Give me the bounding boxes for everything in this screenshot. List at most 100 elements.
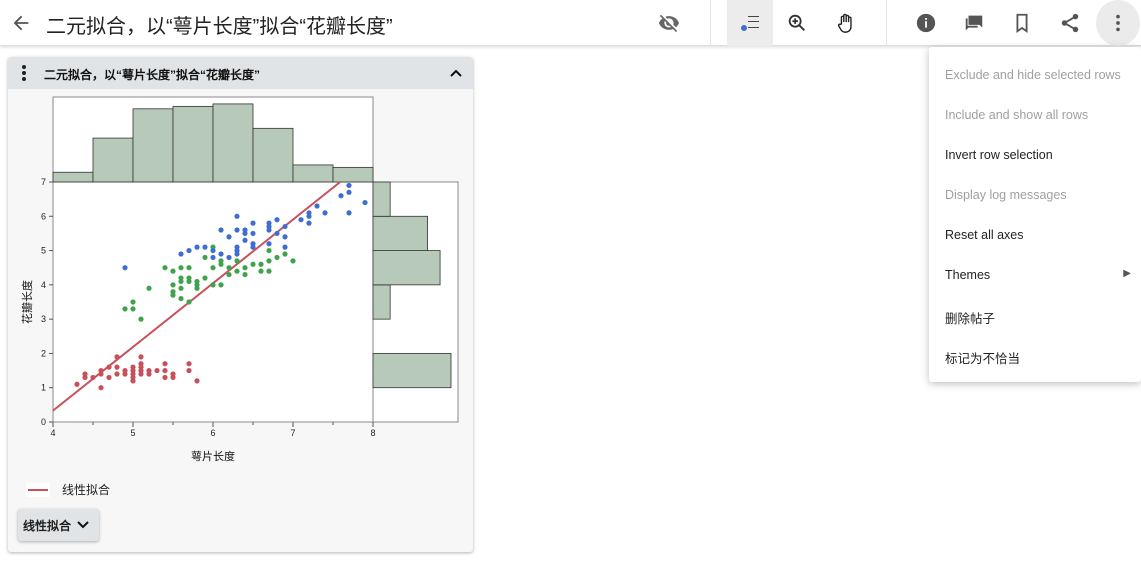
data-point-series-2 — [122, 306, 128, 312]
data-point-series-2 — [210, 265, 216, 271]
x-histogram-bar — [252, 127, 294, 183]
data-point-series-3 — [122, 265, 128, 271]
y-tick-label: 4 — [41, 280, 46, 290]
data-point-series-2 — [226, 265, 232, 271]
info-icon[interactable] — [913, 10, 939, 36]
y-histogram-bar — [372, 250, 441, 286]
menu-item-themes[interactable]: Themes ▶ — [945, 268, 1135, 282]
data-point-series-3 — [194, 244, 200, 250]
data-point-series-2 — [194, 278, 200, 285]
x-tick-label: 5 — [130, 428, 135, 438]
data-point-series-3 — [218, 227, 224, 233]
bookmark-icon[interactable] — [1009, 10, 1035, 36]
x-histogram-bar — [172, 105, 214, 183]
data-point-series-2 — [130, 299, 136, 305]
back-arrow-icon[interactable] — [8, 10, 34, 36]
data-point-series-2 — [266, 258, 272, 264]
data-point-series-3 — [338, 193, 344, 199]
y-tick-label: 6 — [41, 211, 46, 221]
data-point-series-1 — [114, 371, 120, 377]
y-tick-label: 2 — [41, 348, 46, 358]
y-axis-label: 花瓣长度 — [20, 280, 34, 324]
submenu-arrow-icon: ▶ — [1123, 268, 1131, 279]
scatter-chart: 4 5 6 7 8 0 1 2 3 4 5 6 7 萼片长度 花瓣长度 — [20, 96, 459, 463]
row-selection-icon — [741, 25, 747, 31]
bivariate-fit-card: 二元拟合，以“萼片长度”拟合“花瓣长度” 4 5 6 7 8 0 1 2 3 4 5 6 7 萼片长度 花瓣… — [8, 57, 473, 552]
data-point-series-1 — [114, 364, 120, 370]
data-point-series-3 — [282, 234, 288, 240]
data-point-series-1 — [98, 385, 104, 391]
row-selection-button[interactable] — [727, 0, 773, 46]
menu-item-reset-axes[interactable]: Reset all axes — [945, 228, 1135, 242]
hand-pan-icon[interactable] — [833, 10, 859, 36]
data-point-series-1 — [162, 367, 168, 374]
data-point-series-2 — [202, 254, 208, 261]
data-point-series-2 — [146, 285, 152, 291]
zoom-in-icon[interactable] — [784, 10, 810, 36]
data-point-series-1 — [162, 361, 168, 367]
x-tick-label: 7 — [290, 428, 295, 438]
data-point-series-1 — [138, 354, 144, 360]
menu-item-exclude-hide[interactable]: Exclude and hide selected rows — [945, 68, 1135, 82]
data-point-series-2 — [290, 258, 296, 264]
data-point-series-1 — [106, 364, 112, 370]
data-point-series-3 — [346, 210, 352, 216]
data-point-series-2 — [178, 295, 184, 302]
menu-item-include-show[interactable]: Include and show all rows — [945, 108, 1135, 122]
data-point-series-2 — [138, 316, 144, 322]
data-point-series-1 — [146, 367, 152, 374]
menu-item-invert-selection[interactable]: Invert row selection — [945, 148, 1135, 162]
data-point-series-2 — [186, 275, 192, 281]
data-point-series-3 — [242, 227, 248, 233]
data-point-series-1 — [138, 361, 144, 367]
data-point-series-3 — [250, 230, 256, 237]
data-point-series-3 — [226, 234, 232, 240]
x-tick-label: 8 — [370, 428, 375, 438]
data-point-series-3 — [266, 241, 272, 247]
y-histogram-bar — [372, 181, 391, 217]
more-button[interactable] — [1096, 0, 1140, 46]
data-point-series-3 — [234, 244, 240, 250]
data-point-series-2 — [178, 285, 184, 291]
data-point-series-1 — [98, 367, 104, 374]
share-icon[interactable] — [1057, 10, 1083, 36]
data-point-series-3 — [306, 210, 312, 216]
data-point-series-3 — [178, 251, 184, 257]
data-point-series-3 — [362, 199, 368, 206]
menu-item-flag-inappropriate[interactable]: 标记为不恰当 — [945, 348, 1135, 367]
more-vert-icon — [1116, 14, 1120, 32]
data-point-series-1 — [122, 367, 128, 374]
data-point-series-1 — [114, 354, 120, 360]
data-point-series-2 — [258, 268, 264, 274]
y-histogram-bar — [372, 284, 391, 320]
data-point-series-1 — [82, 374, 88, 381]
data-point-series-2 — [186, 299, 192, 305]
data-point-series-3 — [210, 247, 216, 254]
data-point-series-3 — [218, 251, 224, 257]
data-point-series-3 — [346, 189, 352, 195]
x-histogram-bar — [292, 164, 334, 183]
chevron-down-icon — [77, 521, 89, 529]
x-histogram-bar — [132, 108, 174, 183]
data-point-series-3 — [242, 237, 248, 243]
menu-item-display-log[interactable]: Display log messages — [945, 188, 1135, 202]
legend-swatch-linear-fit — [26, 482, 50, 497]
y-histogram-bar — [372, 215, 428, 251]
data-point-series-2 — [178, 275, 184, 281]
data-point-series-3 — [250, 241, 256, 247]
y-histogram-bar — [372, 353, 452, 389]
comment-icon[interactable] — [961, 10, 987, 36]
x-tick-label: 4 — [50, 428, 55, 438]
menu-item-delete-post[interactable]: 删除帖子 — [945, 308, 1135, 327]
data-point-series-3 — [282, 244, 288, 250]
legend: 线性拟合 — [26, 481, 110, 498]
data-point-series-2 — [226, 271, 232, 278]
data-point-series-3 — [202, 244, 208, 250]
data-point-series-3 — [298, 217, 304, 223]
data-point-series-2 — [210, 282, 216, 288]
data-point-series-2 — [218, 282, 224, 288]
y-tick-label: 0 — [41, 417, 46, 427]
linear-fit-button[interactable]: 线性拟合 — [18, 509, 100, 541]
data-point-series-1 — [186, 367, 192, 374]
eye-off-icon[interactable] — [656, 10, 682, 36]
